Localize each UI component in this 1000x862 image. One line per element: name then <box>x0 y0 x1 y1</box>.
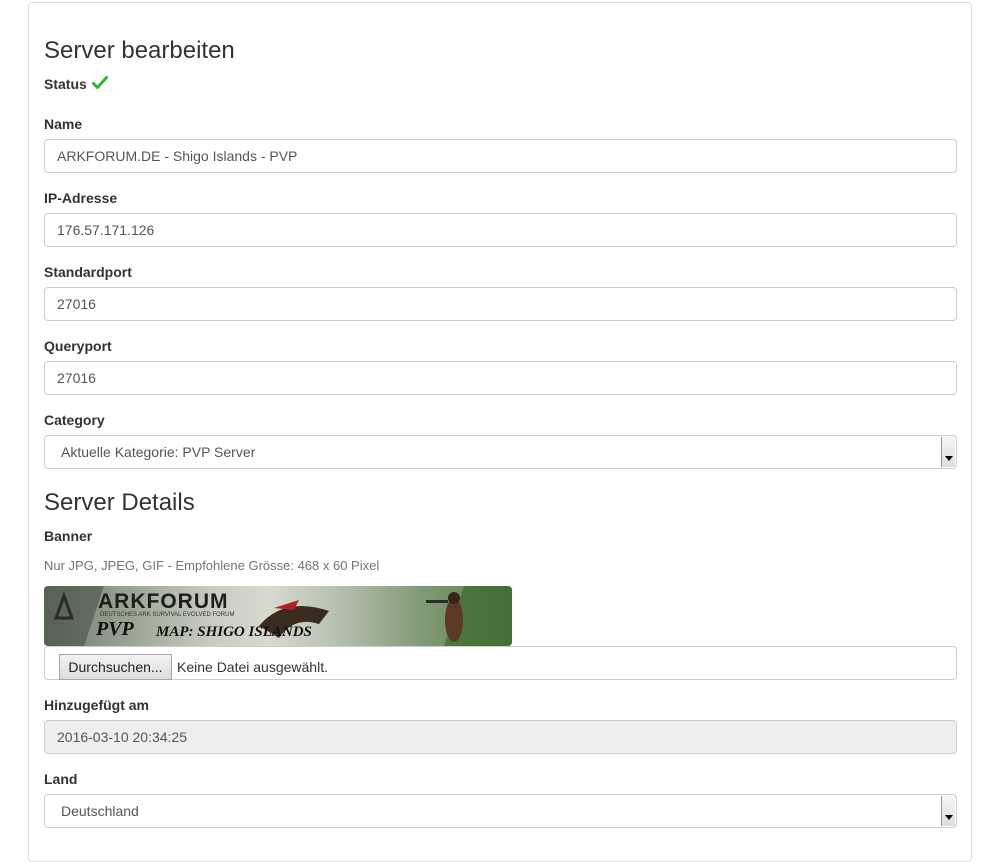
chevron-down-icon[interactable] <box>941 796 955 826</box>
category-select[interactable]: Aktuelle Kategorie: PVP Server <box>44 435 957 469</box>
check-icon <box>92 76 108 89</box>
status-label: Status <box>44 76 87 92</box>
name-label: Name <box>44 116 83 132</box>
banner-file-input[interactable]: Durchsuchen... Keine Datei ausgewählt. <box>44 646 957 680</box>
queryport-label: Queryport <box>44 338 112 354</box>
banner-mode-text: PVP <box>96 618 134 640</box>
category-label: Category <box>44 412 105 428</box>
banner-brand-text: ARKFORUM <box>98 590 229 613</box>
ip-label: IP-Adresse <box>44 190 118 206</box>
country-selected-value: Deutschland <box>61 803 139 819</box>
banner-help-text: Nur JPG, JPEG, GIF - Empfohlene Grösse: … <box>44 558 380 573</box>
page-title: Server bearbeiten <box>44 37 235 64</box>
banner-label: Banner <box>44 528 93 544</box>
name-input[interactable]: ARKFORUM.DE - Shigo Islands - PVP <box>44 139 957 173</box>
browse-button[interactable]: Durchsuchen... <box>59 654 172 680</box>
country-select[interactable]: Deutschland <box>44 794 957 828</box>
standardport-label: Standardport <box>44 264 132 280</box>
queryport-input[interactable]: 27016 <box>44 361 957 395</box>
standardport-input[interactable]: 27016 <box>44 287 957 321</box>
added-date-field: 2016-03-10 20:34:25 <box>44 720 957 754</box>
ip-input[interactable]: 176.57.171.126 <box>44 213 957 247</box>
banner-map-text: MAP: SHIGO ISLANDS <box>156 624 312 640</box>
country-label: Land <box>44 771 78 787</box>
chevron-down-icon[interactable] <box>941 437 955 467</box>
file-status-text: Keine Datei ausgewählt. <box>177 659 328 675</box>
added-date-label: Hinzugefügt am <box>44 697 149 713</box>
server-details-title: Server Details <box>44 489 195 516</box>
server-banner-image: ARKFORUM DEUTSCHES ARK SURVIVAL EVOLVED … <box>44 586 512 646</box>
category-selected-value: Aktuelle Kategorie: PVP Server <box>61 444 256 460</box>
